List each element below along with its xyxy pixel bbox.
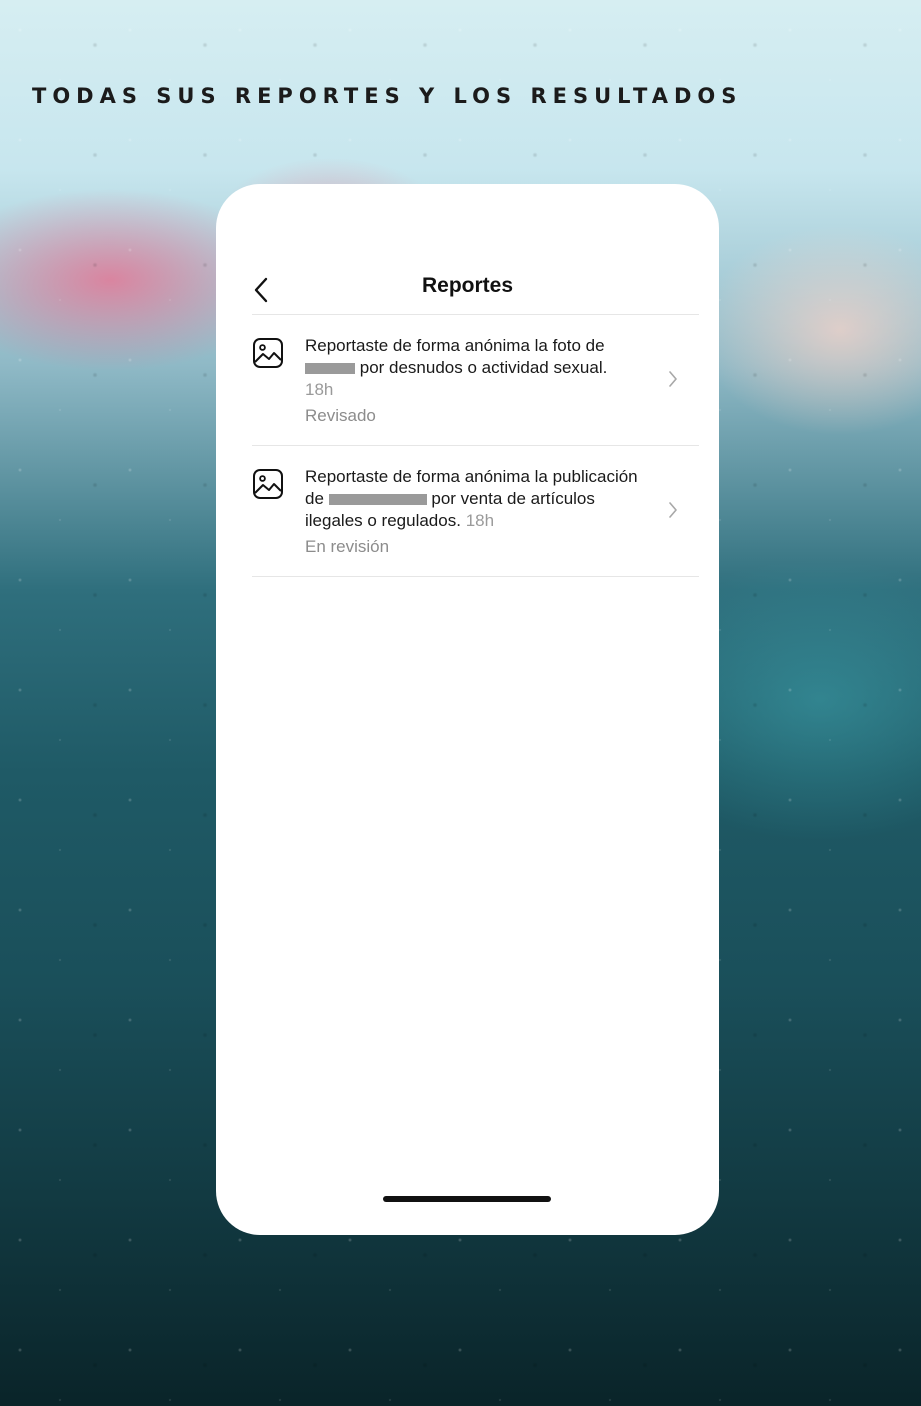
nav-bar: Reportes — [216, 264, 719, 314]
report-status: Revisado — [305, 406, 376, 425]
report-text: Reportaste de forma anónima la foto de p… — [305, 335, 640, 427]
chevron-right-icon — [669, 371, 677, 387]
page-title: Reportes — [421, 274, 514, 297]
report-time: 18h — [305, 380, 334, 399]
redacted-username — [305, 363, 355, 375]
image-icon — [253, 469, 283, 499]
report-time: 18h — [465, 511, 495, 530]
home-indicator[interactable] — [383, 1196, 551, 1202]
redacted-username — [328, 494, 427, 506]
report-description: Reportaste de forma anónima la foto de — [305, 336, 605, 355]
headline: TODAS SUS REPORTES Y LOS RESULTADOS — [32, 84, 743, 108]
report-reason: por desnudos o actividad sexual. — [359, 358, 608, 377]
report-status: En revisión — [305, 537, 390, 556]
report-text: Reportaste de forma anónima la publicaci… — [305, 466, 640, 558]
phone-screen: Reportes Reportaste de forma anónima la … — [216, 184, 719, 1235]
report-item[interactable]: Reportaste de forma anónima la publicaci… — [252, 446, 699, 577]
chevron-right-icon — [669, 502, 677, 518]
image-icon — [253, 338, 283, 368]
report-item[interactable]: Reportaste de forma anónima la foto de p… — [252, 315, 699, 446]
